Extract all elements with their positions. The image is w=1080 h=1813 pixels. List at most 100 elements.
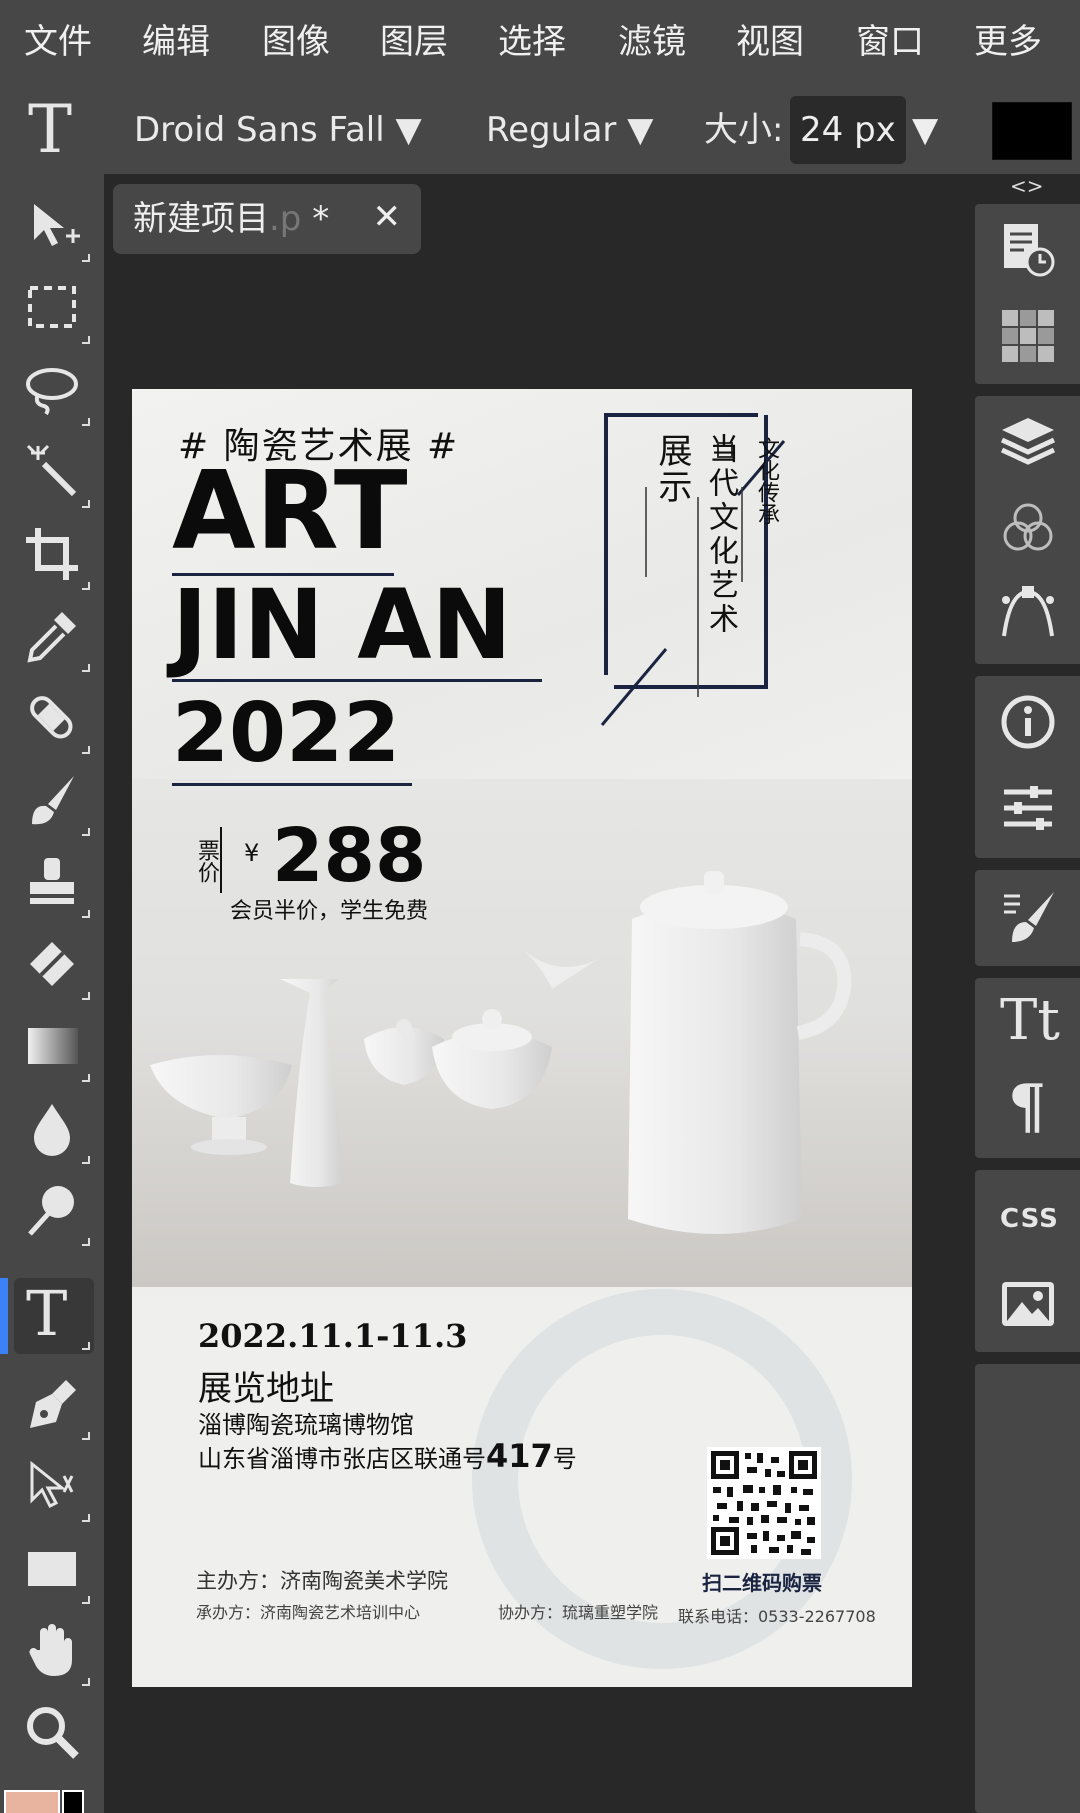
poster-title-year: 2022 (172, 686, 401, 781)
paths-icon[interactable] (1000, 586, 1056, 642)
menu-file[interactable]: 文件 (24, 20, 92, 64)
magic-wand-icon (26, 444, 77, 497)
background-color[interactable] (62, 1790, 84, 1813)
ticket-price-label: 票价 (194, 839, 219, 883)
qr-caption: 扫二维码购票 (702, 1571, 822, 1595)
poster-canvas[interactable]: # 陶瓷艺术展 # ART JIN AN 2022 展示 当代文化艺术 文化传承… (132, 389, 912, 1687)
droplet-icon (34, 1104, 70, 1156)
menu-layer[interactable]: 图层 (380, 20, 448, 64)
poster-title-art: ART (172, 449, 408, 574)
co-host: 协办方：琉璃重塑学院 (498, 1603, 659, 1622)
channels-icon[interactable] (1000, 500, 1056, 556)
stamp-icon (30, 858, 74, 904)
adjustments-icon[interactable] (1000, 780, 1056, 836)
lasso-tool[interactable] (14, 354, 94, 430)
underline-3 (172, 783, 412, 786)
menu-more[interactable]: 更多 (974, 20, 1042, 64)
brush-icon (32, 776, 74, 825)
price-note: 会员半价，学生免费 (230, 899, 429, 924)
undertaker: 承办方：济南陶瓷艺术培训中心 (196, 1603, 421, 1622)
eraser-icon (30, 942, 74, 986)
menu-window[interactable]: 窗口 (856, 20, 924, 64)
text-tool-icon: T (28, 91, 73, 168)
venue-address: 山东省淄博市张店区联通号417号 (198, 1437, 577, 1475)
underline-2 (172, 679, 542, 682)
history-icon[interactable] (1000, 222, 1056, 278)
eraser-tool[interactable] (14, 928, 94, 1004)
panel-group-empty (975, 1364, 1080, 1813)
gradient-icon (28, 1028, 78, 1064)
hand-icon (29, 1624, 72, 1676)
type-tool-icon: T (26, 1277, 68, 1350)
path-select-tool[interactable] (14, 1450, 94, 1526)
document-tab-name: 新建项目.p * (133, 199, 330, 239)
shape-tool[interactable] (14, 1532, 94, 1608)
text-color-swatch[interactable] (992, 102, 1072, 160)
qr-code (707, 1447, 821, 1559)
layers-icon[interactable] (1000, 414, 1056, 470)
menu-image[interactable]: 图像 (262, 20, 330, 64)
marquee-icon (28, 286, 76, 328)
move-tool[interactable] (14, 190, 94, 266)
venue-title: 展览地址 (198, 1369, 334, 1409)
zoom-tool[interactable] (14, 1696, 94, 1772)
font-size-label: 大小: (704, 110, 784, 150)
dodge-icon (28, 1186, 74, 1236)
healing-tool[interactable] (14, 682, 94, 758)
collapse-panel-toggle[interactable]: <> (1010, 174, 1044, 198)
menu-view[interactable]: 视图 (736, 20, 804, 64)
image-icon[interactable] (1000, 1276, 1056, 1332)
dodge-tool[interactable] (14, 1174, 94, 1250)
crop-icon (26, 528, 78, 580)
active-tool-indicator (0, 1278, 8, 1354)
font-size-input[interactable]: 24 px (790, 96, 906, 164)
pen-icon (30, 1380, 76, 1428)
stamp-tool[interactable] (14, 846, 94, 922)
direct-select-icon (30, 1460, 74, 1509)
type-tool[interactable]: T (14, 1278, 94, 1354)
move-icon (34, 204, 80, 246)
vertical-text-culture-art: 当代文化艺术 (703, 433, 738, 637)
hand-tool[interactable] (14, 1614, 94, 1690)
crop-tool[interactable] (14, 518, 94, 594)
css-icon[interactable]: CSS (1000, 1190, 1058, 1246)
venue-name: 淄博陶瓷琉璃博物馆 (198, 1411, 414, 1439)
character-icon[interactable]: Tt (1000, 988, 1060, 1053)
eyedropper-icon (27, 612, 76, 663)
host-organizer: 主办方：济南陶瓷美术学院 (196, 1569, 448, 1593)
swatches-icon[interactable] (1000, 308, 1056, 364)
info-icon[interactable] (1000, 694, 1056, 750)
zoom-icon (27, 1707, 79, 1759)
vertical-text-heritage: 文化传承 (754, 437, 779, 525)
exhibition-date: 2022.11.1-11.3 (198, 1317, 468, 1355)
font-size-value: 24 px (800, 110, 896, 150)
foreground-color[interactable] (4, 1790, 60, 1813)
ticket-price: 288 (272, 813, 427, 899)
magic-wand-tool[interactable] (14, 436, 94, 512)
menu-bar: 文件 编辑 图像 图层 选择 滤镜 视图 窗口 更多 (0, 0, 1080, 86)
price-separator (220, 827, 222, 893)
bandage-icon (30, 696, 73, 739)
vertical-text-display: 展示 (652, 433, 692, 505)
menu-filter[interactable]: 滤镜 (618, 20, 686, 64)
font-style-select[interactable]: Regular ▼ (486, 108, 653, 152)
brush-tool[interactable] (14, 764, 94, 840)
gradient-tool[interactable] (14, 1010, 94, 1086)
document-tab[interactable]: 新建项目.p * ✕ (113, 184, 421, 254)
contact-phone: 联系电话：0533-2267708 (678, 1607, 876, 1626)
menu-select[interactable]: 选择 (498, 20, 566, 64)
rectangle-icon (28, 1552, 76, 1586)
pen-tool[interactable] (14, 1368, 94, 1444)
currency-symbol: ¥ (244, 839, 260, 867)
menu-edit[interactable]: 编辑 (142, 20, 210, 64)
poster-title-jinan: JIN AN (172, 569, 512, 681)
blur-tool[interactable] (14, 1092, 94, 1168)
paragraph-icon[interactable]: ¶ (1000, 1072, 1056, 1142)
eyedropper-tool[interactable] (14, 600, 94, 676)
marquee-tool[interactable] (14, 272, 94, 348)
font-size-dropdown-icon[interactable]: ▼ (912, 108, 938, 152)
lasso-icon (26, 368, 78, 416)
font-family-select[interactable]: Droid Sans Fall ▼ (134, 108, 422, 152)
brush-settings-icon[interactable] (1000, 888, 1056, 944)
close-icon[interactable]: ✕ (373, 196, 402, 238)
